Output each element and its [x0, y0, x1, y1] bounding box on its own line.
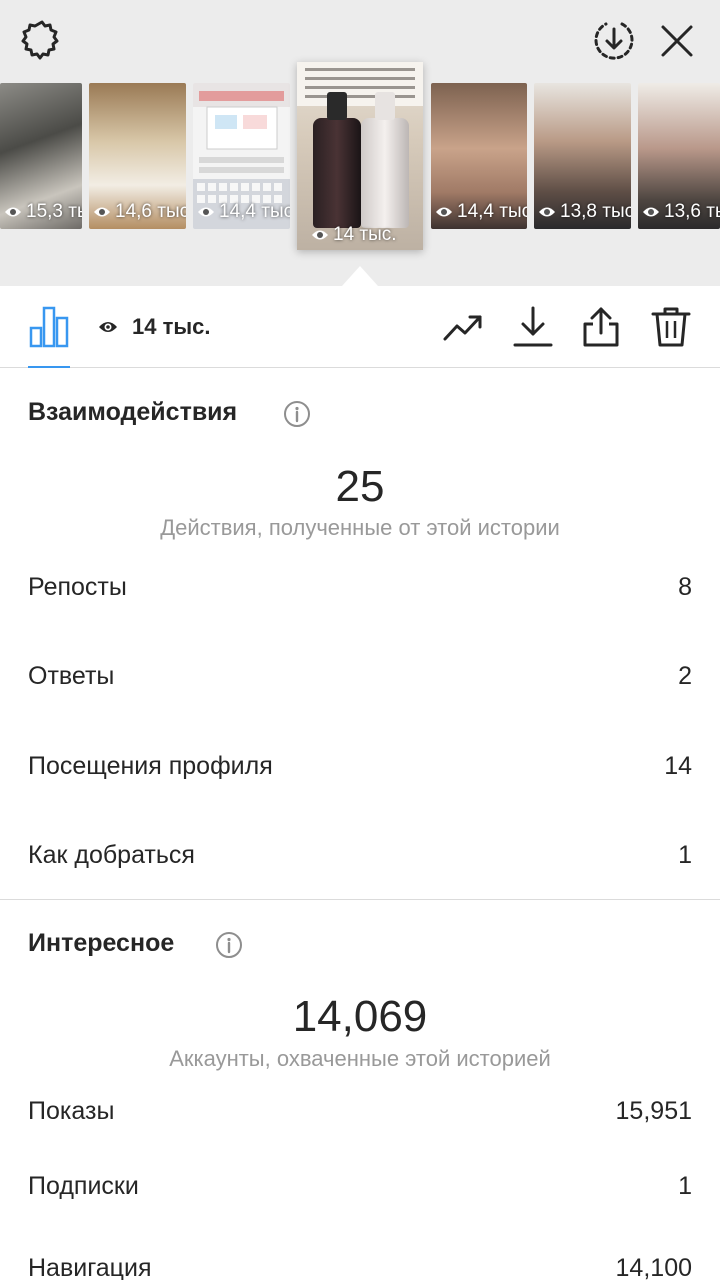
close-icon[interactable]	[656, 20, 698, 62]
story-thumbnail[interactable]: 13,8 тыс.	[534, 83, 631, 229]
story-caption-block	[297, 62, 423, 106]
eye-icon	[198, 207, 214, 217]
discovery-caption: Аккаунты, охваченные этой историей	[169, 1046, 551, 1071]
product-bottle-image	[313, 92, 361, 228]
story-carousel-area: 15,3 тыс. 14,6 тыс.	[0, 0, 720, 286]
stat-label: Навигация	[28, 1253, 152, 1280]
stat-value: 1	[678, 1171, 692, 1200]
stat-row-navigation: Навигация 14,100	[28, 1248, 692, 1280]
stat-value: 1	[678, 840, 692, 869]
story-view-count: 14,6 тыс.	[93, 201, 186, 223]
bar-chart-icon[interactable]	[28, 304, 70, 348]
story-view-count: 13,6 тыс.	[642, 201, 720, 223]
story-view-count: 14,4 тыс.	[197, 201, 290, 223]
story-view-count-total: 14 тыс.	[132, 314, 211, 339]
stat-row-replies: Ответы 2	[28, 656, 692, 696]
stat-label: Как добраться	[28, 840, 195, 869]
stat-value: 14,100	[615, 1253, 692, 1280]
stat-label: Показы	[28, 1096, 115, 1125]
stat-row-directions: Как добраться 1	[28, 835, 692, 875]
stat-value: 15,951	[615, 1096, 692, 1125]
active-tab-indicator	[28, 366, 70, 368]
story-thumbnail[interactable]: 15,3 тыс.	[0, 83, 82, 229]
trend-icon[interactable]	[442, 306, 484, 348]
download-circle-icon[interactable]	[592, 18, 636, 62]
stat-label: Ответы	[28, 661, 115, 690]
eye-icon	[312, 230, 328, 240]
info-icon[interactable]	[283, 400, 311, 428]
download-icon[interactable]	[512, 306, 554, 348]
stat-label: Посещения профиля	[28, 751, 273, 780]
stat-value: 8	[678, 572, 692, 601]
story-view-count: 14,4 тыс.	[435, 201, 527, 223]
eye-icon	[643, 207, 659, 217]
story-thumbnail[interactable]: 14,6 тыс.	[89, 83, 186, 229]
stat-row-reposts: Репосты 8	[28, 567, 692, 607]
eye-icon	[539, 207, 555, 217]
stat-value: 2	[678, 661, 692, 690]
stat-value: 14	[664, 751, 692, 780]
story-view-count: 13,8 тыс.	[538, 201, 631, 223]
stat-row-profile-visits: Посещения профиля 14	[28, 746, 692, 786]
stat-label: Репосты	[28, 572, 127, 601]
story-thumbnail[interactable]: 13,6 тыс.	[638, 83, 720, 229]
stat-row-follows: Подписки 1	[28, 1166, 692, 1206]
interactions-title: Взаимодействия	[28, 398, 238, 426]
product-bottle-image	[361, 92, 409, 228]
trash-icon[interactable]	[650, 306, 692, 348]
story-view-count: 15,3 тыс.	[4, 201, 82, 223]
section-divider	[0, 899, 720, 900]
info-icon[interactable]	[215, 931, 243, 959]
eye-icon	[94, 207, 110, 217]
story-toolbar: 14 тыс.	[0, 286, 720, 368]
discovery-total: 14,069	[292, 992, 428, 1041]
discovery-title: Интересное	[28, 929, 175, 957]
story-thumbnail[interactable]: 14,4 тыс.	[431, 83, 527, 229]
gear-icon[interactable]	[20, 18, 64, 62]
story-view-count: 14 тыс.	[311, 224, 397, 246]
story-thumbnail[interactable]: 14,4 тыс.	[193, 83, 290, 229]
share-icon[interactable]	[580, 306, 622, 348]
interactions-caption: Действия, полученные от этой истории	[160, 515, 560, 540]
eye-icon	[436, 207, 452, 217]
interactions-total: 25	[335, 462, 385, 511]
selected-story-thumbnail[interactable]: 14 тыс.	[297, 62, 423, 250]
eye-icon	[5, 207, 21, 217]
selection-pointer	[342, 266, 378, 286]
stat-row-impressions: Показы 15,951	[28, 1091, 692, 1131]
eye-icon	[99, 322, 117, 332]
stat-label: Подписки	[28, 1171, 139, 1200]
